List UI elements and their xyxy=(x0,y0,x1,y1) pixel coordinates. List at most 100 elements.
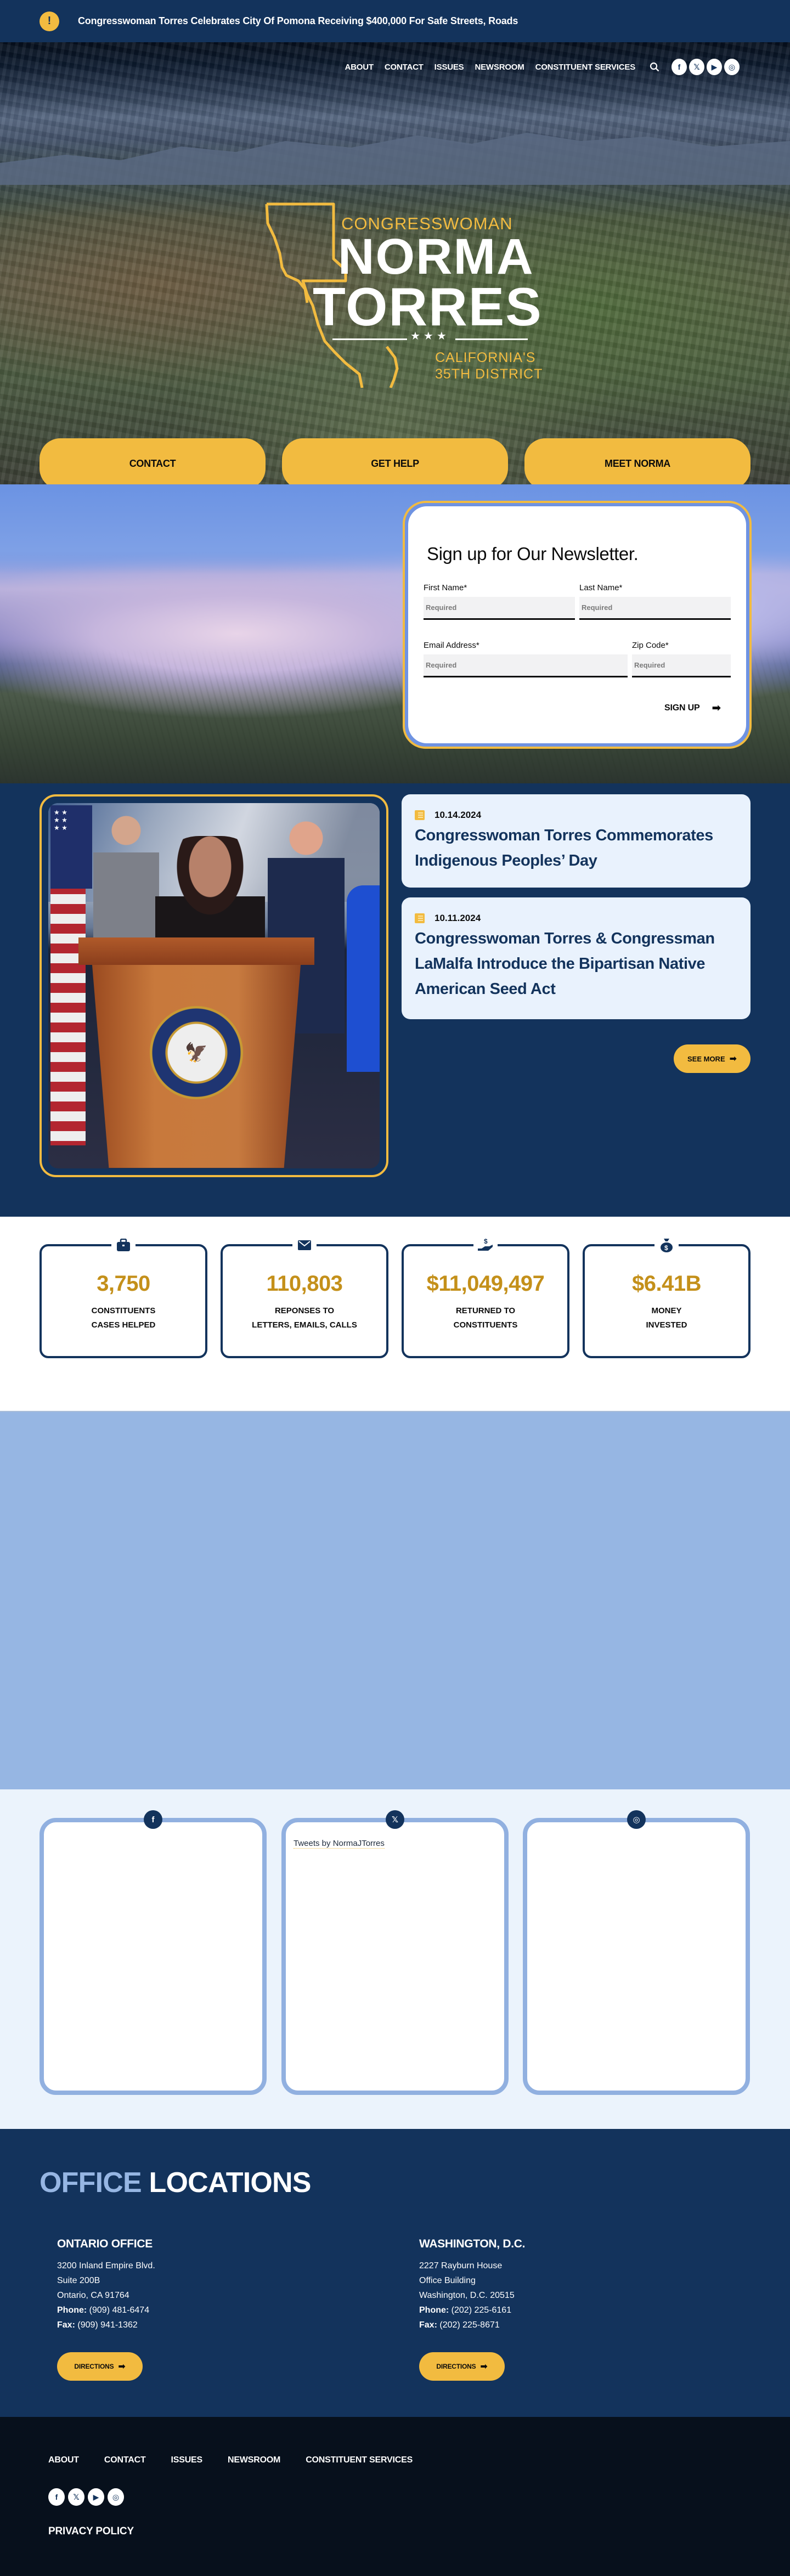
photo-speaker xyxy=(155,836,265,946)
meet-norma-button[interactable]: MEET NORMA xyxy=(524,438,751,484)
office-address-line: Ontario, CA 91764 xyxy=(57,2291,129,2300)
stat-card: $ $11,049,497 RETURNED TO CONSTITUENTS xyxy=(402,1235,569,1358)
directions-button[interactable]: DIRECTIONS ➡ xyxy=(419,2352,505,2381)
office-address-line: 3200 Inland Empire Blvd. xyxy=(57,2261,155,2270)
logo-first-name: NORMA xyxy=(338,229,534,285)
phone-label: Phone: xyxy=(419,2306,449,2315)
nav-contact[interactable]: CONTACT xyxy=(385,63,424,72)
news-meta: 10.11.2024 xyxy=(415,913,737,924)
instagram-icon[interactable]: ◎ xyxy=(627,1810,646,1829)
youtube-icon[interactable]: ▶ xyxy=(88,2488,104,2506)
facebook-feed[interactable]: f xyxy=(40,1810,267,2095)
directions-label: DIRECTIONS xyxy=(436,2363,476,2370)
tweets-link[interactable]: Tweets by NormaJTorres xyxy=(294,1839,385,1849)
last-name-field: Last Name* xyxy=(579,583,731,620)
newspaper-icon xyxy=(415,810,425,820)
x-icon[interactable]: 𝕏 xyxy=(68,2488,84,2506)
title-rest: LOCATIONS xyxy=(149,2167,312,2199)
footer-issues[interactable]: ISSUES xyxy=(171,2455,203,2465)
footer-nav: ABOUT CONTACT ISSUES NEWSROOM CONSTITUEN… xyxy=(48,2455,438,2465)
first-name-input[interactable] xyxy=(424,597,575,620)
phone-link[interactable]: (909) 481-6474 xyxy=(89,2306,149,2315)
facebook-icon[interactable]: f xyxy=(144,1810,162,1829)
logo-last-name: TORRES xyxy=(313,276,543,337)
site-logo[interactable]: CONGRESSWOMAN NORMA TORRES ★★★ CALIFORNI… xyxy=(263,199,549,391)
news-item[interactable]: 10.14.2024 Congresswoman Torres Commemor… xyxy=(402,794,751,888)
x-feed[interactable]: 𝕏 Tweets by NormaJTorres xyxy=(281,1810,509,2095)
news-list: 10.14.2024 Congresswoman Torres Commemor… xyxy=(402,794,751,1029)
stat-label-line: CONSTITUENTS xyxy=(91,1306,156,1315)
footer-contact[interactable]: CONTACT xyxy=(104,2455,146,2465)
office-washington: WASHINGTON, D.C. 2227 Rayburn House Offi… xyxy=(419,2238,639,2381)
x-icon[interactable]: 𝕏 xyxy=(386,1810,404,1829)
arrow-right-icon: ➡ xyxy=(118,2362,126,2371)
newsletter-form: Sign up for Our Newsletter. First Name* … xyxy=(408,506,746,743)
nav-about[interactable]: ABOUT xyxy=(345,63,374,72)
instagram-icon[interactable]: ◎ xyxy=(724,59,740,75)
nav-constituent-services[interactable]: CONSTITUENT SERVICES xyxy=(535,63,636,72)
instagram-feed[interactable]: ◎ xyxy=(523,1810,750,2095)
news-section: 🦅 10.14.2024 Congresswoman Torres Commem… xyxy=(0,783,790,1217)
stat-label-line: LETTERS, EMAILS, CALLS xyxy=(252,1320,357,1330)
zip-input[interactable] xyxy=(632,654,731,677)
facebook-icon[interactable]: f xyxy=(672,59,687,75)
title-accent: OFFICE xyxy=(40,2167,142,2199)
email-field: Email Address* xyxy=(424,641,628,677)
logo-district-line2: 35TH DISTRICT xyxy=(435,366,543,382)
alert-link[interactable]: Congresswoman Torres Celebrates City Of … xyxy=(78,15,518,27)
logo-divider-left xyxy=(332,338,407,340)
money-bag-icon: $ xyxy=(654,1235,679,1255)
office-ontario: ONTARIO OFFICE 3200 Inland Empire Blvd. … xyxy=(57,2238,276,2381)
directions-button[interactable]: DIRECTIONS ➡ xyxy=(57,2352,143,2381)
footer-about[interactable]: ABOUT xyxy=(48,2455,79,2465)
last-name-input[interactable] xyxy=(579,597,731,620)
podium-top xyxy=(78,937,314,965)
footer-newsroom[interactable]: NEWSROOM xyxy=(228,2455,280,2465)
zip-label: Zip Code* xyxy=(632,641,669,650)
last-name-label: Last Name* xyxy=(579,583,623,592)
us-flag-graphic xyxy=(50,805,92,1145)
office-fax: Fax: (202) 225-8671 xyxy=(419,2318,639,2332)
stat-label-line: INVESTED xyxy=(646,1320,687,1330)
exclamation-icon: ! xyxy=(40,11,59,31)
office-fax: Fax: (909) 941-1362 xyxy=(57,2318,276,2332)
newsletter-title: Sign up for Our Newsletter. xyxy=(427,544,639,564)
footer-constituent-services[interactable]: CONSTITUENT SERVICES xyxy=(306,2455,413,2465)
stats-section: 3,750 CONSTITUENTS CASES HELPED 110,803 … xyxy=(0,1217,790,1411)
phone-link[interactable]: (202) 225-6161 xyxy=(452,2306,511,2315)
contact-button[interactable]: CONTACT xyxy=(40,438,266,484)
news-item[interactable]: 10.11.2024 Congresswoman Torres & Congre… xyxy=(402,897,751,1019)
nav-issues[interactable]: ISSUES xyxy=(435,63,464,72)
newspaper-icon xyxy=(415,913,425,923)
fax-label: Fax: xyxy=(57,2320,75,2330)
sign-up-button[interactable]: SIGN UP ➡ xyxy=(664,701,721,715)
footer-social-links: f 𝕏 ▶ ◎ xyxy=(48,2488,127,2506)
district-map-area[interactable] xyxy=(0,1411,790,1789)
main-nav: ABOUT CONTACT ISSUES NEWSROOM CONSTITUEN… xyxy=(334,59,740,75)
search-icon[interactable] xyxy=(648,61,661,73)
email-input[interactable] xyxy=(424,654,628,677)
facebook-icon[interactable]: f xyxy=(48,2488,65,2506)
logo-district: CALIFORNIA'S 35TH DISTRICT xyxy=(435,349,543,382)
envelope-icon xyxy=(292,1235,317,1255)
newsletter-card-frame: Sign up for Our Newsletter. First Name* … xyxy=(403,501,752,749)
news-headline: Congresswoman Torres & Congressman LaMal… xyxy=(415,930,715,998)
sign-up-label: SIGN UP xyxy=(664,703,700,713)
see-more-label: SEE MORE xyxy=(687,1054,725,1063)
logo-divider-right xyxy=(455,338,528,340)
star-icons: ★★★ xyxy=(410,330,450,342)
email-label: Email Address* xyxy=(424,641,479,650)
nav-newsroom[interactable]: NEWSROOM xyxy=(475,63,524,72)
photo-person xyxy=(93,814,159,951)
news-headline: Congresswoman Torres Commemorates Indige… xyxy=(415,827,713,869)
hero-buttons: CONTACT GET HELP MEET NORMA xyxy=(40,438,751,484)
get-help-button[interactable]: GET HELP xyxy=(282,438,508,484)
youtube-icon[interactable]: ▶ xyxy=(707,59,722,75)
office-locations-section: OFFICE LOCATIONS ONTARIO OFFICE 3200 Inl… xyxy=(0,2129,790,2417)
privacy-policy-link[interactable]: PRIVACY POLICY xyxy=(48,2526,134,2538)
x-icon[interactable]: 𝕏 xyxy=(689,59,704,75)
news-date: 10.14.2024 xyxy=(435,810,482,820)
see-more-button[interactable]: SEE MORE ➡ xyxy=(674,1044,751,1073)
office-name: ONTARIO OFFICE xyxy=(57,2238,153,2250)
instagram-icon[interactable]: ◎ xyxy=(108,2488,124,2506)
